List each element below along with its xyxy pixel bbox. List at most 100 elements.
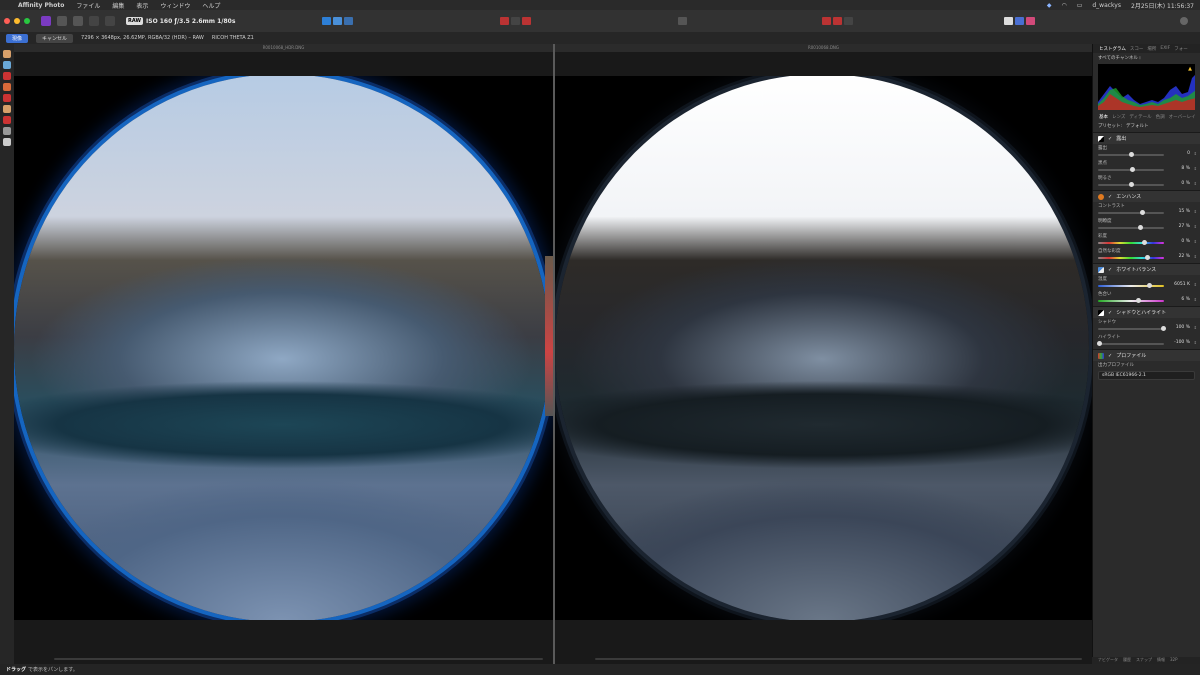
image-canvas-right[interactable] — [555, 76, 1092, 620]
slider-value[interactable]: 0 % — [1181, 239, 1190, 244]
tab-info[interactable]: 情報 — [1157, 657, 1165, 664]
exposure-check-icon[interactable]: ✓ — [1108, 136, 1112, 142]
view-tool-icon[interactable] — [322, 17, 331, 25]
slider-track[interactable] — [1098, 326, 1166, 331]
slider-handle[interactable] — [1128, 152, 1134, 157]
section-exposure[interactable]: ✓ 露出 — [1093, 132, 1200, 144]
slider-value[interactable]: 15 % — [1179, 209, 1190, 214]
section-profiles[interactable]: ✓ プロファイル — [1093, 349, 1200, 361]
minimize-window-button[interactable] — [14, 18, 20, 24]
clipping-shadows-icon[interactable] — [522, 17, 531, 25]
slider-track[interactable] — [1098, 225, 1164, 230]
gradient-overlay-tool-icon[interactable] — [3, 116, 11, 124]
menu-edit[interactable]: 編集 — [112, 1, 124, 10]
dropbox-icon[interactable]: ◆ — [1047, 2, 1052, 9]
preset-select[interactable]: デフォルト — [1126, 123, 1149, 129]
stepper-icon[interactable]: ⇕ — [1194, 209, 1197, 214]
app-name-menu[interactable]: Affinity Photo — [18, 2, 64, 9]
white-balance-tool-icon[interactable] — [3, 138, 11, 146]
battery-icon[interactable]: ▭ — [1077, 2, 1083, 9]
export-persona-icon[interactable] — [89, 16, 99, 26]
split-view-icon[interactable] — [678, 17, 687, 25]
rewind-tool-icon[interactable] — [344, 17, 353, 25]
slider-handle[interactable] — [1138, 225, 1144, 230]
slider-value[interactable]: 6 % — [1181, 297, 1190, 302]
stepper-icon[interactable]: ⇕ — [1194, 181, 1197, 186]
enhance-check-icon[interactable]: ✓ — [1108, 194, 1112, 200]
slider-track[interactable] — [1098, 255, 1164, 260]
tab-basic[interactable]: 基本 — [1099, 114, 1108, 120]
slider-track[interactable] — [1098, 152, 1164, 157]
section-enhance[interactable]: ✓ エンハンス — [1093, 190, 1200, 202]
slider-handle[interactable] — [1146, 283, 1152, 288]
stepper-icon[interactable]: ⇕ — [1194, 282, 1197, 287]
slider-handle[interactable] — [1140, 210, 1146, 215]
panel-mid-icon[interactable] — [1015, 17, 1024, 25]
stepper-icon[interactable]: ⇕ — [1194, 254, 1197, 259]
menu-window[interactable]: ウィンドウ — [160, 1, 190, 10]
tab-scope[interactable]: スコー — [1130, 46, 1144, 52]
panel-right-icon[interactable] — [1026, 17, 1035, 25]
develop-button[interactable]: 現像 — [6, 33, 29, 43]
stepper-icon[interactable]: ⇕ — [1194, 224, 1197, 229]
stepper-icon[interactable]: ⇕ — [1194, 297, 1197, 302]
photo-persona-icon[interactable] — [57, 16, 67, 26]
stepper-icon[interactable]: ⇕ — [1194, 166, 1197, 171]
slider-track[interactable] — [1098, 283, 1164, 288]
section-shadows-highlights[interactable]: ✓ シャドウとハイライト — [1093, 306, 1200, 318]
overlay-erase-tool-icon[interactable] — [3, 105, 11, 113]
red-eye-tool-icon[interactable] — [3, 72, 11, 80]
wifi-icon[interactable]: ◠ — [1061, 2, 1066, 9]
slider-track[interactable] — [1098, 240, 1164, 245]
slider-track[interactable] — [1098, 210, 1164, 215]
slider-value[interactable]: -100 % — [1174, 340, 1190, 345]
tab-32p[interactable]: 32P — [1170, 657, 1178, 664]
slider-handle[interactable] — [1096, 341, 1102, 346]
slider-track[interactable] — [1098, 298, 1164, 303]
slider-value[interactable]: 6051 K — [1174, 282, 1190, 287]
mask-icon[interactable] — [844, 17, 853, 25]
slider-value[interactable]: 0 — [1187, 151, 1190, 156]
slider-value[interactable]: 27 % — [1179, 224, 1190, 229]
tab-overlays[interactable]: オーバーレイ — [1169, 114, 1196, 120]
tab-focus[interactable]: フォー — [1174, 46, 1188, 52]
slider-value[interactable]: 0 % — [1181, 181, 1190, 186]
tab-location[interactable]: 場所 — [1147, 46, 1156, 52]
menu-view[interactable]: 表示 — [136, 1, 148, 10]
slider-handle[interactable] — [1136, 298, 1142, 303]
tone-mapping-persona-icon[interactable] — [73, 16, 83, 26]
panel-left-icon[interactable] — [1004, 17, 1013, 25]
stepper-icon[interactable]: ⇕ — [1194, 325, 1197, 330]
image-canvas-left[interactable] — [14, 76, 553, 620]
stepper-icon[interactable]: ⇕ — [1194, 239, 1197, 244]
slider-track[interactable] — [1098, 167, 1164, 172]
develop-persona-icon[interactable] — [41, 16, 51, 26]
stepper-icon[interactable]: ⇕ — [1194, 151, 1197, 156]
menu-help[interactable]: ヘルプ — [202, 1, 220, 10]
share-icon[interactable] — [105, 16, 115, 26]
profiles-check-icon[interactable]: ✓ — [1108, 353, 1112, 359]
slider-handle[interactable] — [1160, 326, 1166, 331]
tab-history[interactable]: 履歴 — [1123, 657, 1131, 664]
clipping-midtones-icon[interactable] — [511, 17, 520, 25]
stepper-icon[interactable]: ⇕ — [1194, 340, 1197, 345]
user-name[interactable]: d_wackys — [1092, 2, 1121, 9]
clock[interactable]: 2月25日(木) 11:56:37 — [1131, 1, 1194, 10]
crop-tool-icon[interactable] — [3, 127, 11, 135]
assistant-icon[interactable] — [822, 17, 831, 25]
tab-detail[interactable]: ディテール — [1129, 114, 1151, 120]
slider-value[interactable]: 22 % — [1179, 254, 1190, 259]
output-profile-select[interactable]: sRGB IEC61966-2.1 — [1098, 371, 1195, 380]
tab-exif[interactable]: EXIF — [1160, 46, 1170, 51]
slider-handle[interactable] — [1145, 255, 1150, 260]
horizontal-scrollbar-right[interactable] — [595, 658, 1082, 660]
slider-handle[interactable] — [1129, 167, 1135, 172]
slider-handle[interactable] — [1141, 240, 1147, 245]
compare-tool-icon[interactable] — [333, 17, 342, 25]
tab-navigator[interactable]: ナビゲータ — [1098, 657, 1118, 664]
channel-select[interactable]: すべてのチャンネル ⁝ — [1093, 53, 1200, 62]
section-white-balance[interactable]: ✓ ホワイトバランス — [1093, 263, 1200, 275]
tab-histogram[interactable]: ヒストグラム — [1099, 46, 1126, 52]
menu-file[interactable]: ファイル — [76, 1, 100, 10]
horizontal-scrollbar-left[interactable] — [54, 658, 543, 660]
